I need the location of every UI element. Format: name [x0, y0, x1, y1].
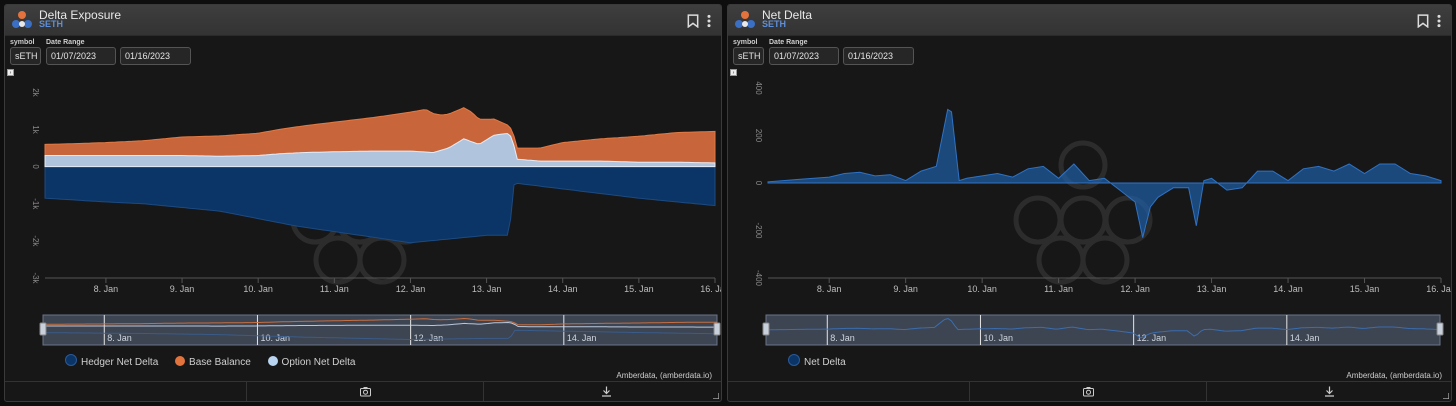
y-tick-label: -1k [31, 198, 40, 210]
navigator-handle-left[interactable] [762, 322, 770, 336]
y-tick-label: -200 [754, 222, 763, 239]
navigator-label: 14. Jan [567, 333, 597, 343]
x-tick-label: 16. Jan [1426, 284, 1452, 294]
navigator-mask [765, 314, 1441, 346]
net-delta-panel: Net Delta SETH symbol Date Range sETH 01… [727, 4, 1452, 402]
navigator-handle-right[interactable] [713, 322, 721, 336]
x-tick-label: 12. Jan [1120, 284, 1150, 294]
y-tick-label: 0 [31, 164, 40, 169]
y-tick-label: 1k [31, 125, 40, 134]
y-tick-label: -3k [31, 272, 40, 284]
x-tick-label: 12. Jan [396, 284, 426, 294]
navigator-label: 10. Jan [983, 333, 1013, 343]
panel-footer [728, 381, 1451, 401]
resize-handle-icon[interactable] [713, 393, 719, 399]
x-tick-label: 11. Jan [1044, 284, 1073, 294]
y-tick-label: 400 [754, 81, 763, 95]
x-tick-label: 10. Jan [967, 284, 997, 294]
y-tick-label: 0 [754, 181, 763, 186]
x-tick-label: 14. Jan [548, 284, 578, 294]
screenshot-button[interactable] [969, 382, 1207, 401]
download-icon [602, 386, 611, 397]
y-tick-label: -400 [754, 270, 763, 287]
navigator-handle-right[interactable] [1436, 322, 1444, 336]
legend-item-option[interactable]: Option Net Delta [267, 356, 355, 368]
screenshot-button[interactable] [246, 382, 484, 401]
navigator-label: 10. Jan [260, 333, 290, 343]
resize-handle-icon[interactable] [1443, 393, 1449, 399]
download-button[interactable] [483, 382, 721, 401]
chart-legend: Net Delta [788, 354, 860, 368]
navigator-handle-left[interactable] [39, 322, 47, 336]
delta-exposure-panel: Delta Exposure SETH symbol Date Range sE… [4, 4, 722, 402]
legend-item-hedger[interactable]: Hedger Net Delta [65, 354, 158, 368]
watermark-logo-icon [1013, 140, 1153, 285]
x-tick-label: 11. Jan [320, 284, 349, 294]
x-tick-label: 13. Jan [1197, 284, 1227, 294]
legend-item-base[interactable]: Base Balance [175, 356, 251, 368]
camera-icon [360, 387, 371, 397]
x-tick-label: 15. Jan [624, 284, 654, 294]
x-tick-label: 8. Jan [817, 284, 842, 294]
x-tick-label: 9. Jan [170, 284, 195, 294]
download-icon [1325, 386, 1334, 397]
panel-footer [5, 381, 721, 401]
legend-item-net-delta[interactable]: Net Delta [788, 354, 846, 368]
y-tick-label: 200 [754, 129, 763, 143]
navigator-label: 14. Jan [1290, 333, 1320, 343]
navigator-label: 8. Jan [830, 333, 855, 343]
navigator-label: 8. Jan [107, 333, 132, 343]
download-button[interactable] [1206, 382, 1451, 401]
delta-exposure-chart: 2k 1k 0 -1k -2k -3k 8. Jan 9. Jan 10. Jan 11. Jan… [31, 88, 722, 346]
series-area-hedger-net-delta [44, 166, 716, 244]
y-tick-label: 2k [31, 88, 40, 97]
chart-credits[interactable]: Amberdata, (amberdata.io) [1346, 371, 1442, 380]
x-tick-label: 13. Jan [472, 284, 502, 294]
navigator-label: 12. Jan [414, 333, 444, 343]
x-tick-label: 14. Jan [1273, 284, 1303, 294]
camera-icon [1083, 387, 1094, 397]
chart-legend: Hedger Net Delta Base Balance Option Net… [65, 354, 369, 368]
x-tick-label: 15. Jan [1350, 284, 1380, 294]
y-tick-label: -2k [31, 235, 40, 247]
x-tick-label: 16. Jan [700, 284, 722, 294]
x-tick-label: 9. Jan [893, 284, 918, 294]
net-delta-chart: 400 200 0 -200 -400 8. Jan 9. Jan 10. Jan 11. Ja… [754, 81, 1452, 346]
chart-credits[interactable]: Amberdata, (amberdata.io) [616, 371, 712, 380]
x-tick-label: 8. Jan [94, 284, 119, 294]
x-tick-label: 10. Jan [243, 284, 273, 294]
